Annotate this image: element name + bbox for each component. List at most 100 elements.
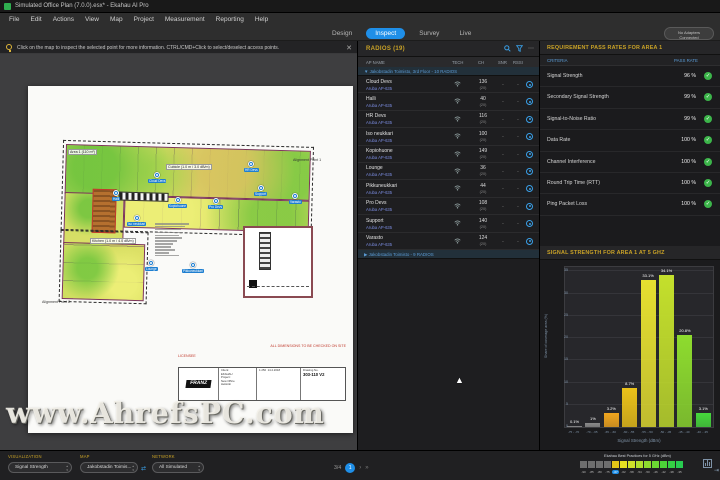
ap-marker[interactable]: Support	[254, 185, 268, 196]
tab-live[interactable]: Live	[453, 28, 477, 39]
radio-row[interactable]: Cloud Devs Aruba AP-635 136 (20) - -	[358, 76, 539, 94]
more-icon[interactable]: ⋯	[528, 45, 534, 52]
locate-on-map-icon[interactable]	[526, 185, 533, 193]
radio-row[interactable]: Lounge Aruba AP-635 36 (20) - -	[358, 162, 539, 181]
network-dropdown[interactable]: All Simulated ▴ ▾	[152, 462, 204, 473]
pass-rate-value: 100 %	[681, 201, 696, 208]
radio-row[interactable]: HR Devs Aruba AP-635 116 (20) - -	[358, 110, 539, 129]
licensee-label: LICENSEE	[178, 354, 196, 358]
locate-on-map-icon[interactable]	[526, 115, 533, 123]
dashed-line	[247, 286, 309, 287]
storage-room	[243, 226, 313, 298]
ap-marker-label: Lounge	[145, 266, 158, 271]
chart-y-tick: 25	[564, 312, 568, 317]
chart-bar-value: 34.1%	[660, 268, 673, 274]
chart-bar-value: 1%	[590, 415, 596, 421]
histogram-icon[interactable]	[703, 459, 712, 468]
menu-edit[interactable]: Edit	[30, 16, 41, 23]
ap-marker[interactable]: Iso neukkari	[127, 215, 147, 226]
ap-model: Aruba AP-635	[366, 242, 393, 248]
snr-value: -	[502, 168, 504, 175]
ap-marker[interactable]: Varasto	[289, 193, 302, 204]
visualization-label: VISUALIZATION	[8, 454, 42, 459]
radio-row[interactable]: Iso neukkari Aruba AP-635 100 (20) - -	[358, 128, 539, 146]
ap-dot-icon	[248, 161, 255, 167]
no-adapters-button[interactable]: No Adapters Connected	[664, 27, 714, 40]
menu-actions[interactable]: Actions	[53, 16, 74, 23]
ap-name: HR Devs	[366, 113, 387, 120]
radio-row[interactable]: Halli Aruba AP-635 40 (20) - -	[358, 93, 539, 111]
radio-row[interactable]: Support Aruba AP-635 140 (20) - -	[358, 215, 539, 233]
radio-row[interactable]: Varasto Aruba AP-635 124 (20) - -	[358, 232, 539, 250]
map-area[interactable]: Area 1 (110 m²) Cubicle (1.0 m / 3.0 dB/…	[0, 41, 357, 450]
watermark: www.AhrefsPC.com	[6, 396, 325, 430]
menu-reporting[interactable]: Reporting	[216, 16, 244, 23]
legend-swatch	[588, 461, 595, 468]
menu-map[interactable]: Map	[110, 16, 123, 23]
menu-bar: File Edit Actions View Map Project Measurement…	[0, 13, 720, 26]
legend-value: -58	[629, 470, 634, 474]
menu-view[interactable]: View	[85, 16, 99, 23]
chart-bar	[659, 275, 674, 427]
locate-on-map-icon[interactable]	[526, 220, 533, 228]
ap-marker-label: Pro Devs	[208, 204, 224, 209]
channel-value: 36	[480, 165, 486, 172]
locate-on-map-icon[interactable]	[526, 98, 533, 106]
pass-check-icon: ✓	[704, 157, 712, 166]
requirements-rows: Signal Strength 96 % ✓ Secondary Signal Str…	[540, 66, 720, 216]
locate-on-map-icon[interactable]	[526, 202, 533, 210]
radio-row[interactable]: Pikkuneukkari Aruba AP-635 44 (20) - -	[358, 180, 539, 198]
tab-survey[interactable]: Survey	[413, 28, 445, 39]
note-line	[155, 237, 182, 240]
radio-group-header-collapsed[interactable]: ▶ Jakobstadin Toimisto - 9 RADIOS	[358, 249, 539, 259]
requirements-panel: REQUIREMENT PASS RATES FOR AREA 1 CRITER…	[540, 41, 720, 450]
radio-row[interactable]: Pro Devs Aruba AP-635 108 (20) - -	[358, 197, 539, 216]
map-sync-icon[interactable]: ⇄	[141, 465, 146, 472]
radio-group-header[interactable]: ▼ Jakobstadin Toimisto, 3rd Floor - 10 R…	[358, 67, 539, 76]
menu-file[interactable]: File	[9, 16, 19, 23]
floor-plan-page[interactable]: Area 1 (110 m²) Cubicle (1.0 m / 3.0 dB/…	[28, 86, 353, 433]
search-icon[interactable]	[504, 45, 511, 52]
locate-on-map-icon[interactable]	[526, 133, 533, 141]
legend-swatch	[652, 461, 659, 468]
snr-value: -	[502, 134, 504, 141]
ap-marker[interactable]: Pro Devs	[208, 198, 224, 209]
chart-y-tick: 30	[564, 290, 568, 295]
pagination-current-page[interactable]: 1	[345, 463, 356, 473]
chart-bar	[677, 334, 693, 427]
tab-inspect[interactable]: Inspect	[366, 28, 406, 39]
map-dropdown[interactable]: Jakobstadin Toimis... ▴ ▾	[80, 462, 138, 473]
dimensions-note: ALL DIMENSIONS TO BE CHECKED ON SITE	[270, 344, 346, 348]
ap-marker[interactable]: HR Devs	[244, 161, 259, 172]
radio-row[interactable]: Kopiohuone Aruba AP-635 149 (20) - -	[358, 145, 539, 163]
menu-measurement[interactable]: Measurement	[165, 16, 205, 23]
ap-model: Aruba AP-635	[366, 155, 393, 161]
collapse-panel-icon[interactable]: ⇥	[714, 467, 719, 474]
chart-y-tick: 0	[566, 424, 568, 428]
ap-marker[interactable]: Pikkuneukkari	[182, 262, 204, 273]
visualization-dropdown[interactable]: Signal Strength ▴ ▾	[8, 462, 72, 473]
locate-on-map-icon[interactable]	[526, 237, 533, 245]
rssi-value: -	[517, 238, 519, 245]
legend-swatch	[644, 461, 651, 468]
ap-dot-icon	[189, 262, 196, 268]
locate-on-map-icon[interactable]	[526, 81, 533, 88]
tab-design[interactable]: Design	[326, 28, 358, 39]
ap-marker[interactable]: Cloud Devs	[148, 172, 167, 183]
ap-marker[interactable]: Halli	[112, 190, 121, 201]
chart-bar-value: 3.1%	[698, 406, 708, 412]
locate-on-map-icon[interactable]	[526, 167, 533, 175]
drawing-notes	[155, 223, 215, 258]
menu-project[interactable]: Project	[134, 16, 154, 23]
chart-bar	[622, 388, 638, 427]
requirement-row: Round Trip Time (RTT) 100 % ✓	[540, 173, 720, 195]
locate-on-map-icon[interactable]	[526, 150, 533, 158]
ap-marker[interactable]: Lounge	[145, 260, 158, 271]
pagination-next-icon[interactable]: ›	[359, 465, 361, 471]
ap-marker[interactable]: Kopiohuone	[168, 197, 188, 208]
filter-icon[interactable]	[516, 45, 523, 52]
pagination-last-icon[interactable]: »	[365, 465, 368, 471]
legend-value: -75	[605, 470, 610, 474]
menu-help[interactable]: Help	[255, 16, 268, 23]
banner-close-icon[interactable]: ✕	[346, 44, 352, 52]
